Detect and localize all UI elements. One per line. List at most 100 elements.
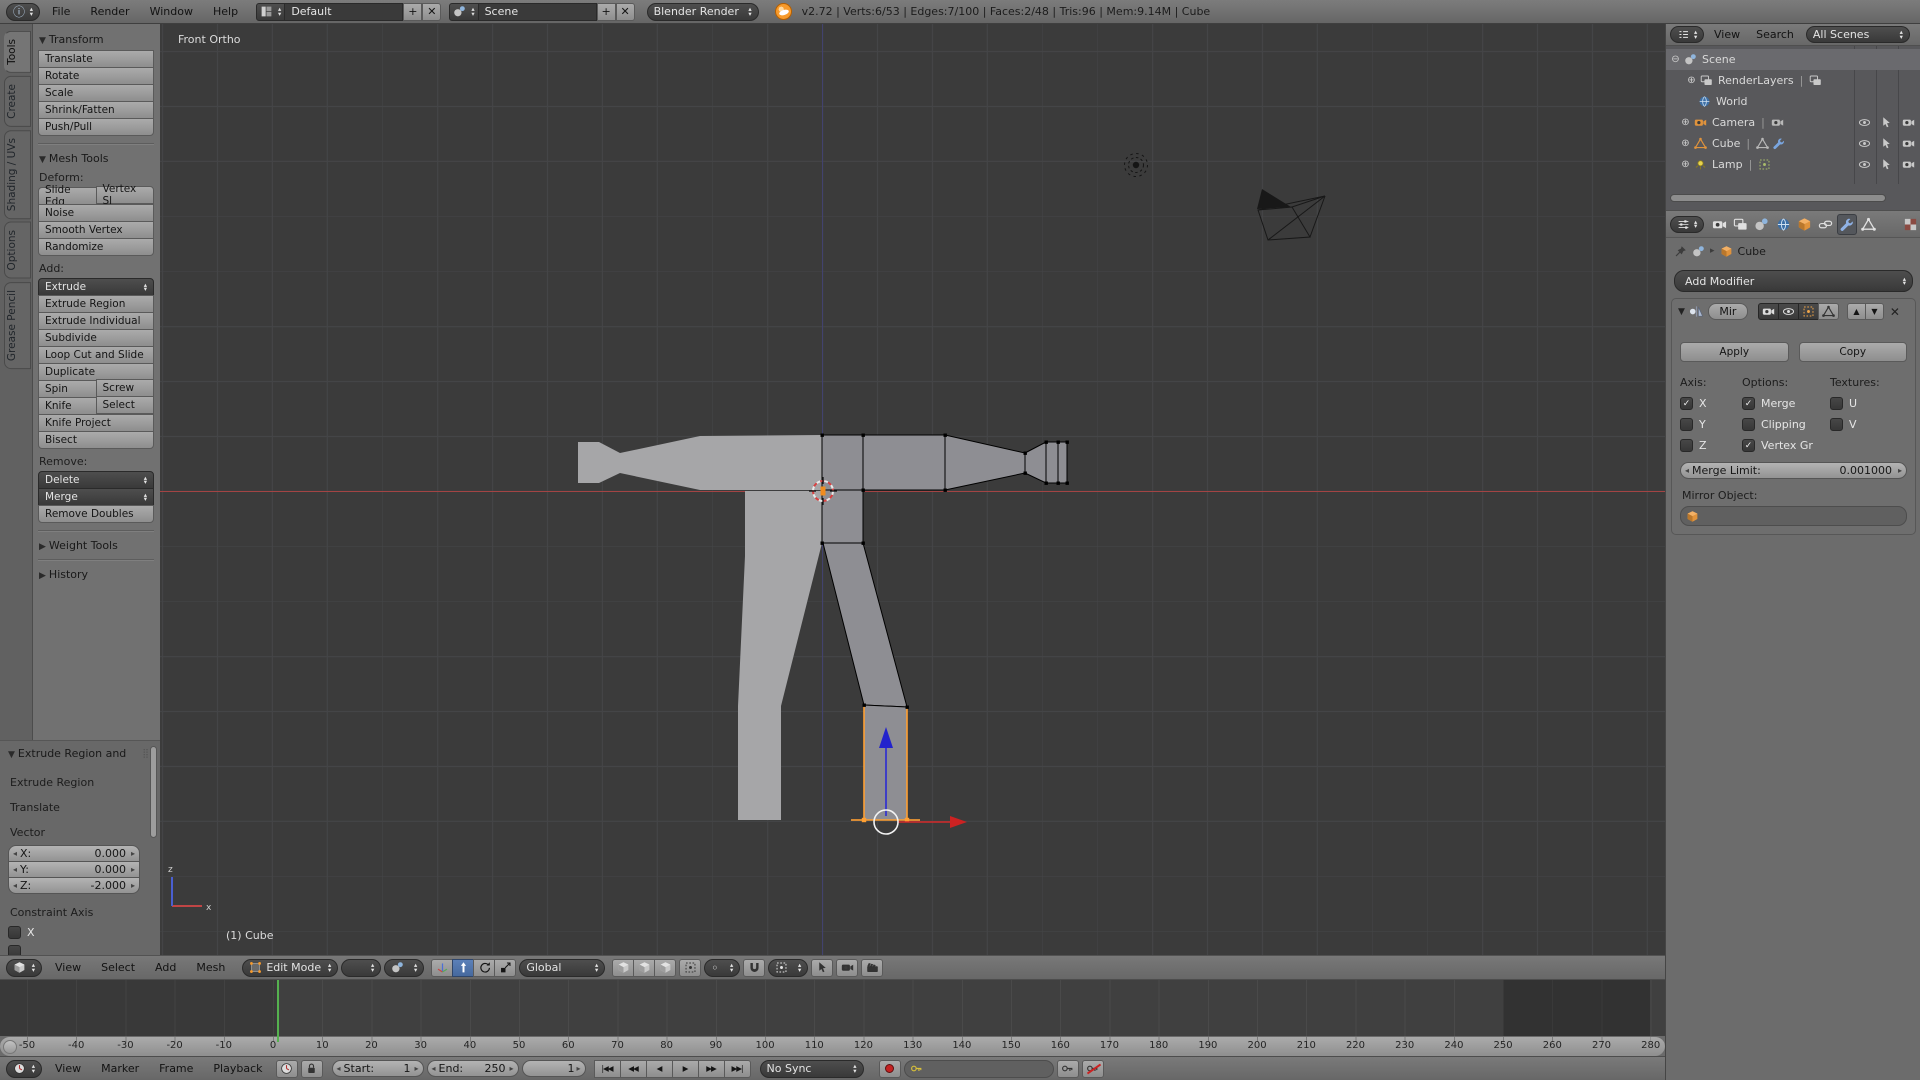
sync-dropdown[interactable]: No Sync▴▾	[760, 1060, 864, 1078]
editor-type-timeline-button[interactable]: ▴▾	[6, 1060, 42, 1078]
tab-material[interactable]	[1879, 214, 1899, 235]
collapse-triangle-icon[interactable]: ▼	[1678, 307, 1685, 317]
mode-dropdown[interactable]: Edit Mode▴▾	[242, 959, 338, 977]
pivot-cube-toggle-1[interactable]	[612, 959, 634, 977]
render-engine-dropdown[interactable]: Blender Render▴▾	[647, 3, 759, 21]
playback-button[interactable]: |◀◀	[594, 1060, 621, 1078]
menu-item[interactable]: Help	[203, 5, 248, 18]
spin-button[interactable]: Spin	[38, 380, 96, 398]
vector-z-field[interactable]: ◂Z:-2.000▸	[8, 877, 140, 894]
playback-button[interactable]: ▶▶	[698, 1060, 725, 1078]
merge-dropdown[interactable]: Merge▴▾	[38, 488, 154, 506]
noise-button[interactable]: Noise	[38, 204, 154, 222]
collapse-icon[interactable]: ⊖	[1670, 54, 1681, 65]
tab-shading-uvs[interactable]: Shading / UVs	[4, 130, 31, 219]
expand-icon[interactable]: ⊕	[1680, 138, 1691, 149]
delete-screen-layout-button[interactable]: ✕	[422, 3, 441, 21]
scene-name[interactable]: Scene	[479, 3, 597, 21]
menu-item[interactable]: Playback	[203, 1062, 272, 1075]
timeline-canvas[interactable]	[0, 980, 1665, 1036]
tab-world[interactable]	[1773, 214, 1793, 235]
tab-tools[interactable]: Tools	[4, 31, 31, 73]
tab-scene[interactable]	[1752, 214, 1772, 235]
start-frame-field[interactable]: ◂Start:1▸	[332, 1060, 424, 1077]
modifier-cage-toggle[interactable]	[1818, 303, 1839, 320]
menu-item[interactable]: View	[1706, 28, 1748, 41]
axis-z-checkbox[interactable]	[1680, 439, 1693, 452]
selectability-toggle[interactable]	[1875, 158, 1897, 171]
opengl-render-anim-button[interactable]	[861, 959, 883, 977]
operator-panel-scrollbar[interactable]	[150, 746, 157, 838]
modifier-editmode-toggle[interactable]	[1798, 303, 1819, 320]
texture-u-checkbox[interactable]	[1830, 397, 1843, 410]
end-frame-field[interactable]: ◂End:250▸	[427, 1060, 519, 1077]
visibility-eye-toggle[interactable]	[1853, 137, 1875, 150]
scene-icon-button[interactable]: ▴▾	[449, 3, 478, 21]
tool-button[interactable]: Shrink/Fatten	[38, 101, 154, 119]
tab-render[interactable]	[1709, 214, 1729, 235]
knife-button[interactable]: Knife	[38, 397, 96, 415]
smooth-vertex-button[interactable]: Smooth Vertex	[38, 221, 154, 239]
apply-button[interactable]: Apply	[1680, 342, 1789, 362]
outliner-row-lamp[interactable]: ⊕ Lamp |	[1666, 154, 1920, 175]
editor-type-properties-button[interactable]: ▴▾	[1670, 216, 1704, 233]
vertex-slide-button[interactable]: Vertex Sl	[96, 186, 155, 204]
tab-object[interactable]	[1794, 214, 1814, 235]
add-scene-button[interactable]: +	[597, 3, 616, 21]
pivot-point-dropdown[interactable]: ◦▴▾	[704, 959, 740, 977]
outliner-row-renderlayers[interactable]: ⊕ RenderLayers |	[1666, 70, 1920, 91]
remove-doubles-button[interactable]: Remove Doubles	[38, 505, 154, 523]
keying-set-field[interactable]	[904, 1060, 1054, 1078]
current-frame-field[interactable]: 1▸	[522, 1060, 586, 1077]
menu-item[interactable]: Add	[145, 961, 186, 974]
snap-target-button[interactable]	[811, 959, 833, 977]
tool-button[interactable]: Scale	[38, 84, 154, 102]
tab-constraints[interactable]	[1815, 214, 1835, 235]
viewport-shading-dropdown[interactable]: ▴▾	[341, 959, 381, 977]
playback-button[interactable]: ▶	[672, 1060, 699, 1078]
mirror-object-field[interactable]	[1680, 506, 1907, 526]
loop-cut-button[interactable]: Loop Cut and Slide	[38, 346, 154, 364]
texture-v-checkbox[interactable]	[1830, 418, 1843, 431]
operator-panel-header[interactable]: ▼Extrude Region and	[8, 747, 126, 760]
bisect-button[interactable]: Bisect	[38, 431, 154, 449]
opengl-render-button[interactable]	[836, 959, 858, 977]
add-modifier-dropdown[interactable]: Add Modifier▴▾	[1674, 270, 1913, 292]
editor-type-outliner-button[interactable]: ▴▾	[1670, 26, 1704, 43]
transform-orientation-dropdown[interactable]: Global▴▾	[519, 959, 605, 977]
menu-item[interactable]: Window	[140, 5, 203, 18]
menu-item[interactable]: Marker	[91, 1062, 149, 1075]
panel-header-weight-tools[interactable]: ▶Weight Tools	[39, 539, 154, 552]
clipping-checkbox[interactable]	[1742, 418, 1755, 431]
add-screen-layout-button[interactable]: +	[403, 3, 422, 21]
subdivide-button[interactable]: Subdivide	[38, 329, 154, 347]
playback-button[interactable]: ▶▶|	[724, 1060, 751, 1078]
vertex-groups-checkbox[interactable]	[1742, 439, 1755, 452]
pivot-cube-toggle-2[interactable]	[633, 959, 655, 977]
panel-header-mesh-tools[interactable]: ▼Mesh Tools	[39, 152, 154, 165]
menu-item[interactable]: Mesh	[186, 961, 235, 974]
extrude-dropdown[interactable]: Extrude▴▾	[38, 278, 154, 296]
expand-icon[interactable]: ⊕	[1686, 75, 1697, 86]
camera-data-icon[interactable]	[1771, 116, 1784, 129]
use-preview-range-toggle[interactable]	[276, 1060, 298, 1078]
delete-dropdown[interactable]: Delete▴▾	[38, 471, 154, 489]
tab-object-data[interactable]	[1858, 214, 1878, 235]
menu-item[interactable]: View	[45, 1062, 91, 1075]
editor-type-info-button[interactable]: ⓘ ▴▾	[6, 3, 40, 21]
outliner-row-world[interactable]: World	[1666, 91, 1920, 112]
outliner-row-camera[interactable]: ⊕ Camera |	[1666, 112, 1920, 133]
drag-grip-icon[interactable]: ⣿	[142, 749, 150, 759]
merge-limit-slider[interactable]: ◂Merge Limit: 0.001000▸	[1680, 462, 1907, 479]
renderlayer-data-icon[interactable]	[1809, 74, 1822, 87]
tab-render-layers[interactable]	[1730, 214, 1750, 235]
move-modifier-up-button[interactable]: ▲	[1847, 303, 1866, 320]
playback-button[interactable]: ◀◀	[620, 1060, 647, 1078]
modifier-wrench-icon[interactable]	[1772, 137, 1785, 150]
delete-keyframe-button[interactable]	[1082, 1060, 1104, 1078]
axis-y-checkbox[interactable]	[1680, 418, 1693, 431]
tab-grease-pencil[interactable]: Grease Pencil	[4, 282, 31, 369]
manipulator-scale-toggle[interactable]	[494, 959, 516, 977]
tool-button[interactable]: Push/Pull	[38, 118, 154, 136]
modifier-name-field[interactable]: Mir	[1708, 303, 1748, 320]
